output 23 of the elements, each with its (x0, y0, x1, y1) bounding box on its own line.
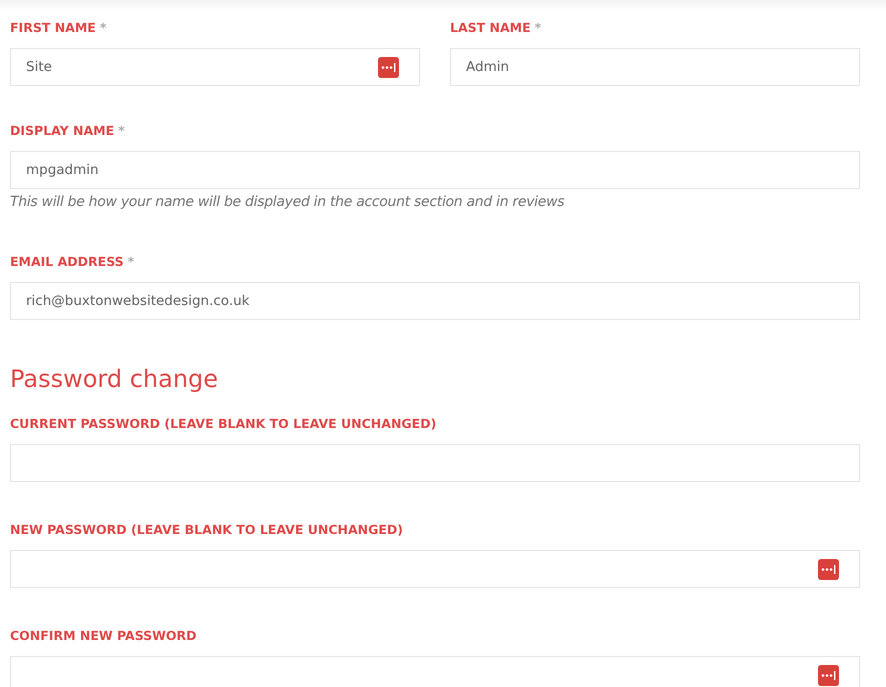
password-field[interactable] (10, 550, 860, 588)
field-hint: This will be how your name will be displayed in the account section and in reviews (10, 194, 566, 210)
input-field[interactable]: rich@buxtonwebsitedesign.co.uk (10, 282, 860, 320)
field-label: NEW PASSWORD (LEAVE BLANK TO LEAVE UNCHANGED) (10, 522, 403, 537)
field-label: EMAIL ADDRESS (10, 254, 124, 269)
password-field[interactable] (10, 444, 860, 482)
required-mark: * (128, 254, 134, 269)
field-label: CONFIRM NEW PASSWORD (10, 628, 197, 643)
required-mark: * (118, 123, 125, 138)
password-manager-icon[interactable] (378, 56, 399, 78)
field-label: FIRST NAME (10, 20, 96, 35)
required-mark: * (534, 20, 542, 35)
password-manager-icon[interactable] (818, 664, 839, 686)
required-mark: * (100, 20, 106, 35)
input-field[interactable]: Admin (450, 48, 860, 86)
input-field[interactable]: Site (10, 48, 420, 86)
section-heading: Password change (10, 364, 220, 394)
field-label: CURRENT PASSWORD (LEAVE BLANK TO LEAVE UNCHANGED) (10, 416, 436, 431)
field-label: LAST NAME (450, 20, 531, 35)
password-manager-icon[interactable] (818, 558, 839, 580)
field-label: DISPLAY NAME (10, 123, 114, 138)
input-field[interactable]: mpgadmin (10, 151, 860, 189)
password-field[interactable] (10, 656, 860, 687)
